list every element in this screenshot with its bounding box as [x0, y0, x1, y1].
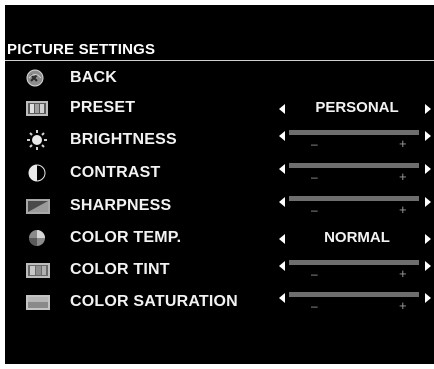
brightness-slider[interactable]: – +: [289, 130, 419, 154]
slider-minus-label: –: [311, 170, 318, 184]
arrow-right-icon[interactable]: [425, 164, 431, 174]
arrow-right-icon[interactable]: [425, 261, 431, 271]
slider-plus-label: +: [399, 266, 407, 281]
arrow-left-icon[interactable]: [279, 234, 285, 244]
menu-item-sharpness[interactable]: SHARPNESS – +: [5, 191, 434, 223]
slider-plus-label: +: [399, 136, 407, 151]
arrow-left-icon[interactable]: [279, 293, 285, 303]
color-tint-slider[interactable]: – +: [289, 260, 419, 284]
slider-minus-label: –: [311, 299, 318, 313]
menu-item-label: BRIGHTNESS: [70, 131, 177, 148]
menu-item-label: SHARPNESS: [70, 197, 172, 214]
menu-item-preset[interactable]: PRESET PERSONAL: [5, 93, 434, 125]
menu-item-contrast[interactable]: CONTRAST – +: [5, 158, 434, 190]
slider-minus-label: –: [311, 267, 318, 281]
color-tint-icon: [25, 260, 51, 280]
slider-track: [289, 163, 419, 168]
arrow-left-icon[interactable]: [279, 164, 285, 174]
menu-item-label: PRESET: [70, 99, 136, 116]
arrow-left-icon[interactable]: [279, 104, 285, 114]
menu-item-label: COLOR SATURATION: [70, 293, 238, 310]
brightness-icon: [25, 130, 51, 150]
menu-item-color-temp[interactable]: COLOR TEMP. NORMAL: [5, 223, 434, 255]
arrow-right-icon[interactable]: [425, 104, 431, 114]
color-saturation-slider[interactable]: – +: [289, 292, 419, 316]
menu-item-brightness[interactable]: BRIGHTNESS – +: [5, 125, 434, 157]
arrow-right-icon[interactable]: [425, 293, 431, 303]
contrast-slider[interactable]: – +: [289, 163, 419, 187]
color-temp-icon: [25, 228, 51, 248]
menu-item-label: CONTRAST: [70, 164, 161, 181]
picture-settings-osd: PICTURE SETTINGS BACK PRESET PERSONAL BR…: [5, 5, 434, 364]
menu-title: PICTURE SETTINGS: [7, 41, 156, 58]
arrow-right-icon[interactable]: [425, 131, 431, 141]
color-temp-value: NORMAL: [324, 229, 390, 246]
preset-icon: [25, 98, 51, 118]
slider-plus-label: +: [399, 202, 407, 217]
slider-plus-label: +: [399, 298, 407, 313]
menu-item-label: COLOR TEMP.: [70, 229, 182, 246]
slider-track: [289, 260, 419, 265]
slider-track: [289, 196, 419, 201]
arrow-left-icon[interactable]: [279, 261, 285, 271]
menu-item-label: COLOR TINT: [70, 261, 170, 278]
slider-minus-label: –: [311, 203, 318, 217]
slider-minus-label: –: [311, 137, 318, 151]
sharpness-icon: [25, 196, 51, 216]
arrow-left-icon[interactable]: [279, 197, 285, 207]
arrow-right-icon[interactable]: [425, 234, 431, 244]
contrast-icon: [25, 163, 51, 183]
arrow-right-icon[interactable]: [425, 197, 431, 207]
title-divider: [5, 60, 434, 61]
menu-item-color-saturation[interactable]: COLOR SATURATION – +: [5, 287, 434, 319]
slider-plus-label: +: [399, 169, 407, 184]
menu-item-color-tint[interactable]: COLOR TINT – +: [5, 255, 434, 287]
menu-item-back[interactable]: BACK: [5, 63, 434, 95]
menu-item-label: BACK: [70, 69, 118, 86]
arrow-left-icon[interactable]: [279, 131, 285, 141]
sharpness-slider[interactable]: – +: [289, 196, 419, 220]
slider-track: [289, 292, 419, 297]
back-icon: [25, 68, 51, 88]
color-saturation-icon: [25, 292, 51, 312]
slider-track: [289, 130, 419, 135]
preset-value: PERSONAL: [315, 99, 399, 116]
